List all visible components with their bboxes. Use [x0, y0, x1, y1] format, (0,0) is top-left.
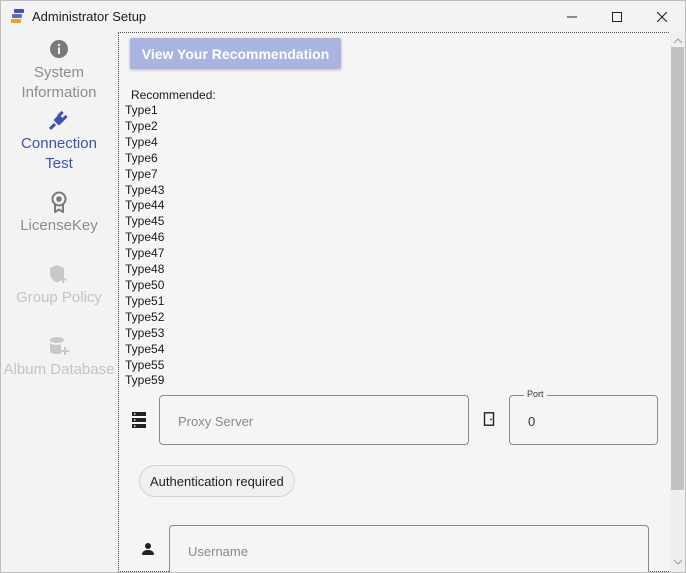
- list-item: Type52: [125, 309, 165, 324]
- list-item: Type1: [125, 103, 158, 117]
- list-item: Type46: [125, 230, 165, 245]
- sidebar-item-group-policy[interactable]: Group Policy: [1, 263, 117, 308]
- port-input[interactable]: [526, 396, 655, 446]
- list-item: Type53: [125, 325, 165, 340]
- close-button[interactable]: [639, 1, 685, 32]
- sidebar-item-connection-test[interactable]: Connection Test: [1, 109, 117, 174]
- sidebar-item-licensekey[interactable]: LicenseKey: [1, 191, 117, 236]
- proxy-server-field[interactable]: [159, 395, 469, 446]
- list-item: Type47: [125, 246, 165, 261]
- sidebar: System Information Connection Test Licen…: [1, 32, 117, 572]
- proxy-server-input[interactable]: [176, 396, 442, 446]
- authentication-required-chip[interactable]: Authentication required: [139, 465, 295, 497]
- scrollbar-thumb[interactable]: [671, 47, 684, 490]
- info-icon: [50, 40, 68, 58]
- scroll-up-button[interactable]: [670, 33, 685, 47]
- chevron-down-icon: [673, 559, 682, 565]
- badge-icon: [51, 191, 67, 213]
- list-item: Type6: [125, 150, 158, 165]
- sidebar-item-label: Test: [45, 155, 73, 172]
- list-item: Type48: [125, 262, 165, 277]
- sidebar-item-album-database[interactable]: Album Database: [1, 335, 117, 380]
- list-item: Type45: [125, 214, 165, 229]
- maximize-icon: [612, 11, 622, 22]
- user-icon: [142, 543, 154, 555]
- vertical-scrollbar[interactable]: [670, 32, 685, 572]
- list-item: Type4: [125, 134, 158, 149]
- window-title: Administrator Setup: [32, 9, 147, 24]
- list-item: Type59: [125, 373, 165, 388]
- minimize-button[interactable]: [549, 1, 595, 32]
- list-item: Type54: [125, 341, 165, 356]
- app-logo-icon: [11, 9, 24, 23]
- list-item: Type51: [125, 293, 165, 308]
- sidebar-item-label: Information: [21, 84, 97, 101]
- shield-add-icon: [50, 265, 67, 283]
- scroll-down-button[interactable]: [670, 555, 685, 569]
- sidebar-item-label: Group Policy: [16, 289, 102, 306]
- chevron-up-icon: [673, 37, 682, 43]
- port-field[interactable]: Port: [509, 389, 658, 446]
- sidebar-item-label: Album Database: [3, 361, 115, 378]
- close-icon: [657, 11, 667, 22]
- minimize-icon: [567, 16, 577, 17]
- view-recommendation-button[interactable]: View Your Recommendation: [130, 38, 341, 69]
- list-item: Type44: [125, 198, 165, 213]
- app-window: Administrator Setup System Information C…: [0, 0, 686, 573]
- list-item: Type55: [125, 357, 165, 372]
- maximize-button[interactable]: [594, 1, 640, 32]
- list-item: Type50: [125, 277, 165, 292]
- plug-icon: [48, 110, 68, 131]
- sidebar-item-system-information[interactable]: System Information: [1, 38, 117, 103]
- server-icon: [132, 412, 146, 428]
- recommended-label: Recommended:: [131, 88, 216, 102]
- sidebar-item-label: Connection: [21, 135, 97, 152]
- username-input[interactable]: [186, 526, 597, 572]
- database-add-icon: [50, 337, 69, 355]
- list-item: Type7: [125, 166, 158, 181]
- title-bar: Administrator Setup: [1, 1, 685, 32]
- username-field[interactable]: [169, 525, 649, 572]
- sidebar-item-label: LicenseKey: [20, 217, 98, 234]
- door-icon: [483, 412, 495, 426]
- recommended-type-list: Type1 Type2 Type4 Type6 Type7 Type43 Typ…: [125, 103, 164, 389]
- list-item: Type2: [125, 118, 158, 133]
- sidebar-item-label: System: [33, 64, 84, 81]
- connection-test-panel: View Your Recommendation Recommended: Ty…: [118, 32, 685, 572]
- list-item: Type43: [125, 182, 165, 197]
